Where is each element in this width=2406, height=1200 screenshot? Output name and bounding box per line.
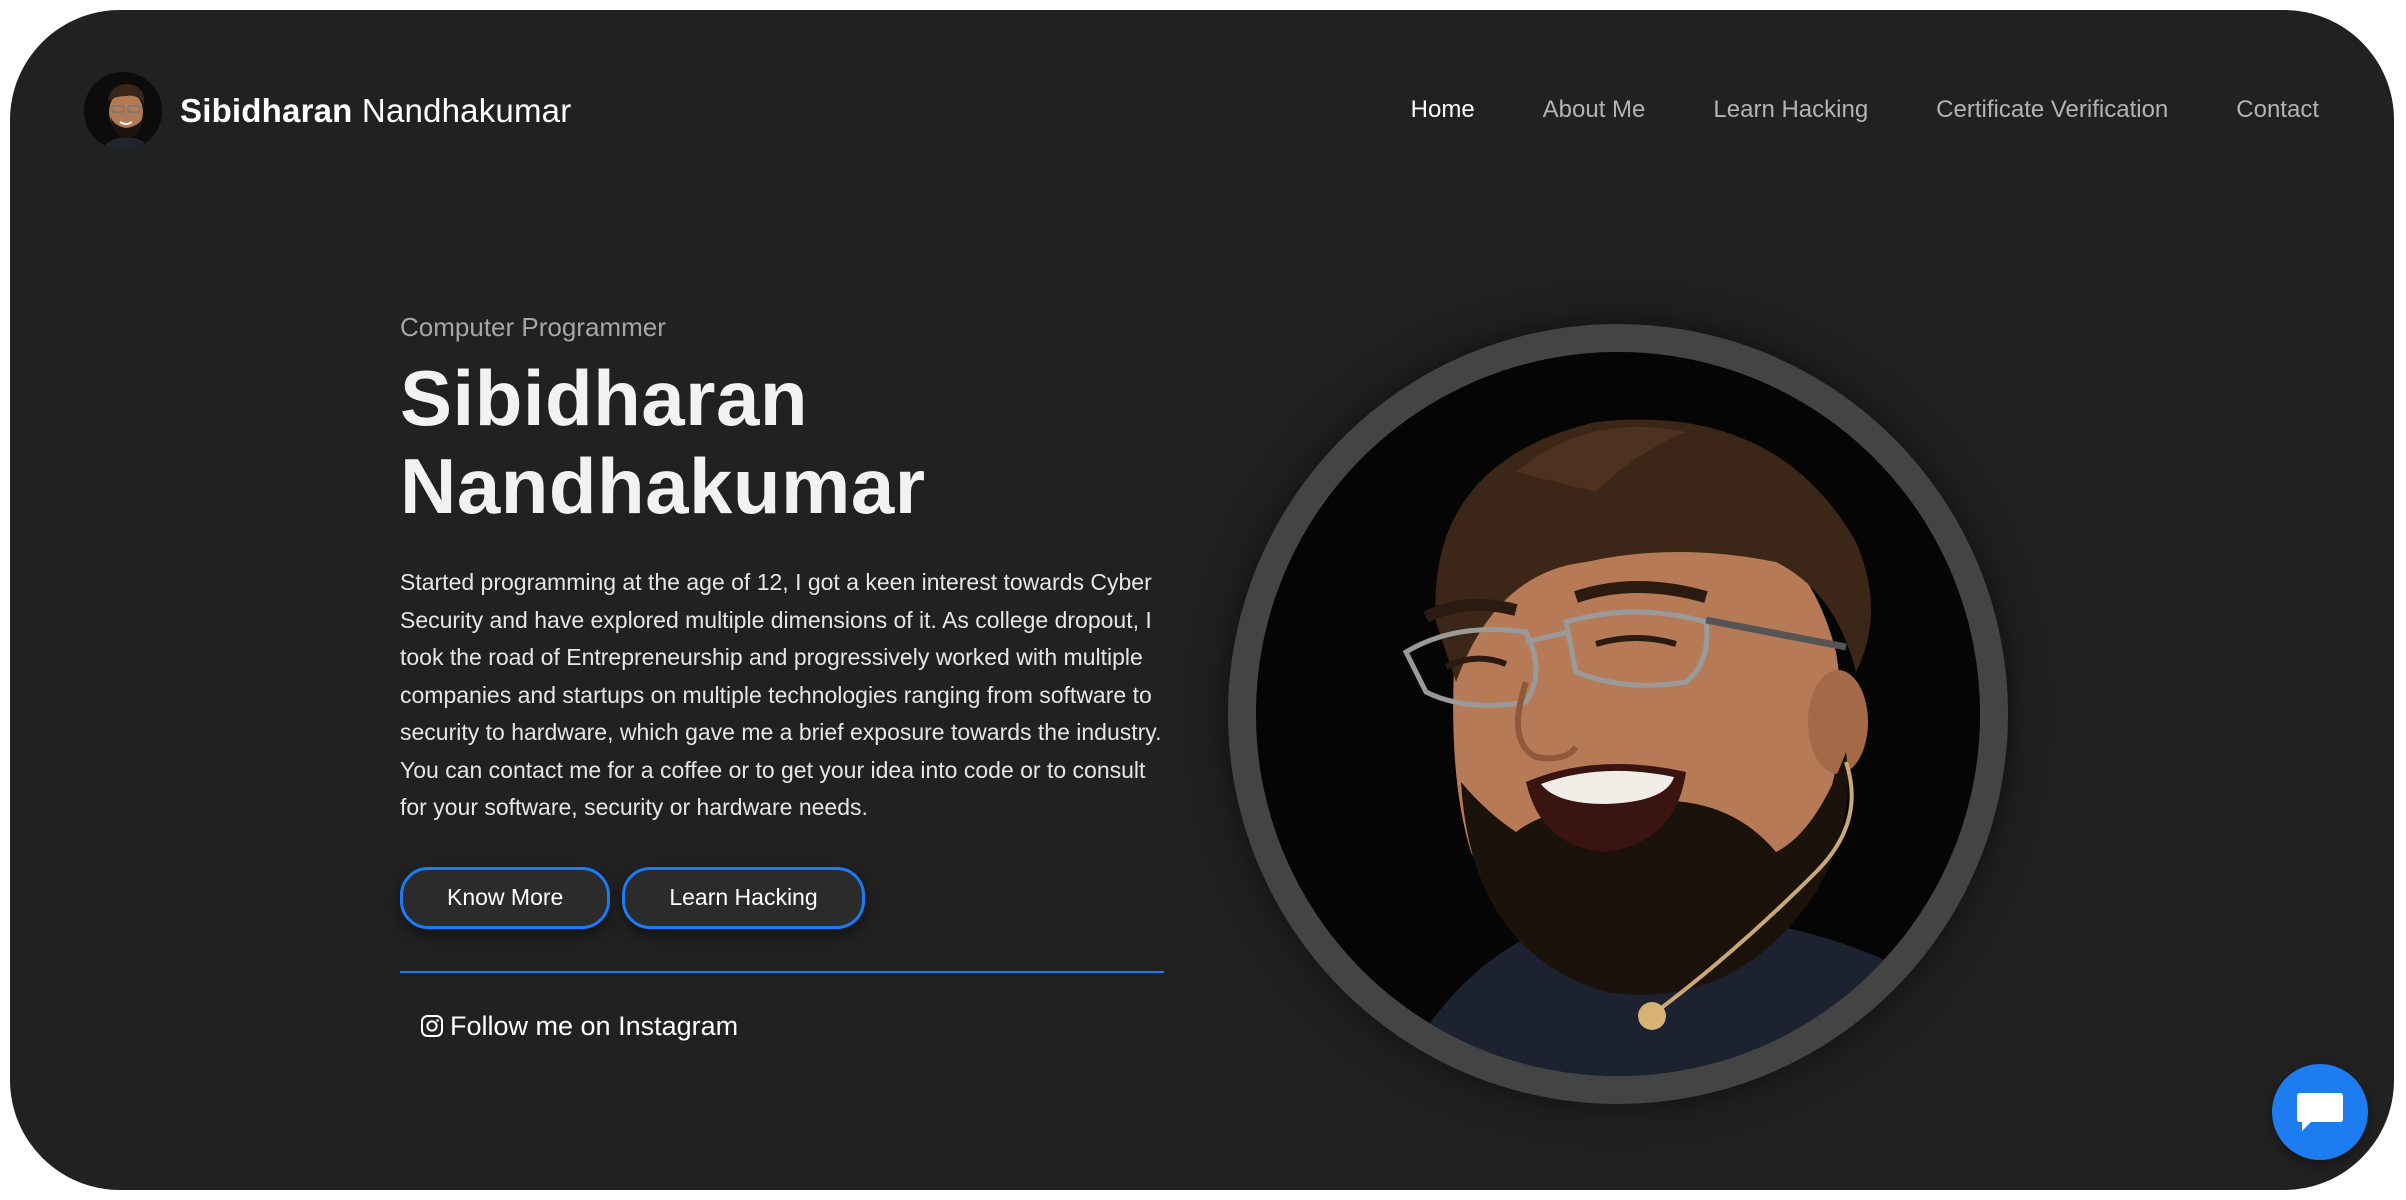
instagram-link[interactable]: Follow me on Instagram — [420, 1011, 1180, 1042]
brand-last-name: Nandhakumar — [361, 92, 572, 129]
nav-contact[interactable]: Contact — [2236, 96, 2319, 124]
brand-first-name: Sibidharan — [180, 92, 353, 129]
brand-logo[interactable]: Sibidharan Nandhakumar — [84, 72, 571, 150]
divider — [400, 970, 1164, 973]
avatar — [84, 72, 162, 150]
chat-button[interactable] — [2272, 1064, 2368, 1160]
instagram-link-label: Follow me on Instagram — [450, 1010, 739, 1041]
nav-learn-hacking[interactable]: Learn Hacking — [1713, 96, 1868, 124]
page-frame: Sibidharan Nandhakumar Home About Me Lea… — [10, 10, 2394, 1190]
hero-bio: Started programming at the age of 12, I … — [400, 569, 1162, 820]
main-nav: Home About Me Learn Hacking Certificate … — [1411, 96, 2319, 124]
chat-bubble-icon — [2297, 1093, 2343, 1131]
hero-title-line2: Nandhakumar — [400, 442, 926, 530]
instagram-icon — [421, 1015, 443, 1037]
nav-about-me[interactable]: About Me — [1543, 96, 1646, 124]
hero-subtitle: Computer Programmer — [400, 312, 666, 342]
nav-certificate-verification[interactable]: Certificate Verification — [1936, 96, 2168, 124]
profile-photo-frame — [1228, 324, 2008, 1104]
hero-title-line1: Sibidharan — [400, 354, 809, 442]
nav-home[interactable]: Home — [1411, 96, 1475, 124]
hero-section: Computer Programmer Sibidharan Nandhakum… — [400, 310, 1180, 1042]
learn-hacking-button[interactable]: Learn Hacking — [622, 866, 865, 929]
profile-photo — [1256, 352, 1980, 1076]
hero-buttons: Know More Learn Hacking — [400, 866, 1180, 929]
know-more-button[interactable]: Know More — [400, 866, 611, 929]
brand-name: Sibidharan Nandhakumar — [180, 92, 571, 130]
hero-title: Sibidharan Nandhakumar — [400, 354, 1180, 530]
